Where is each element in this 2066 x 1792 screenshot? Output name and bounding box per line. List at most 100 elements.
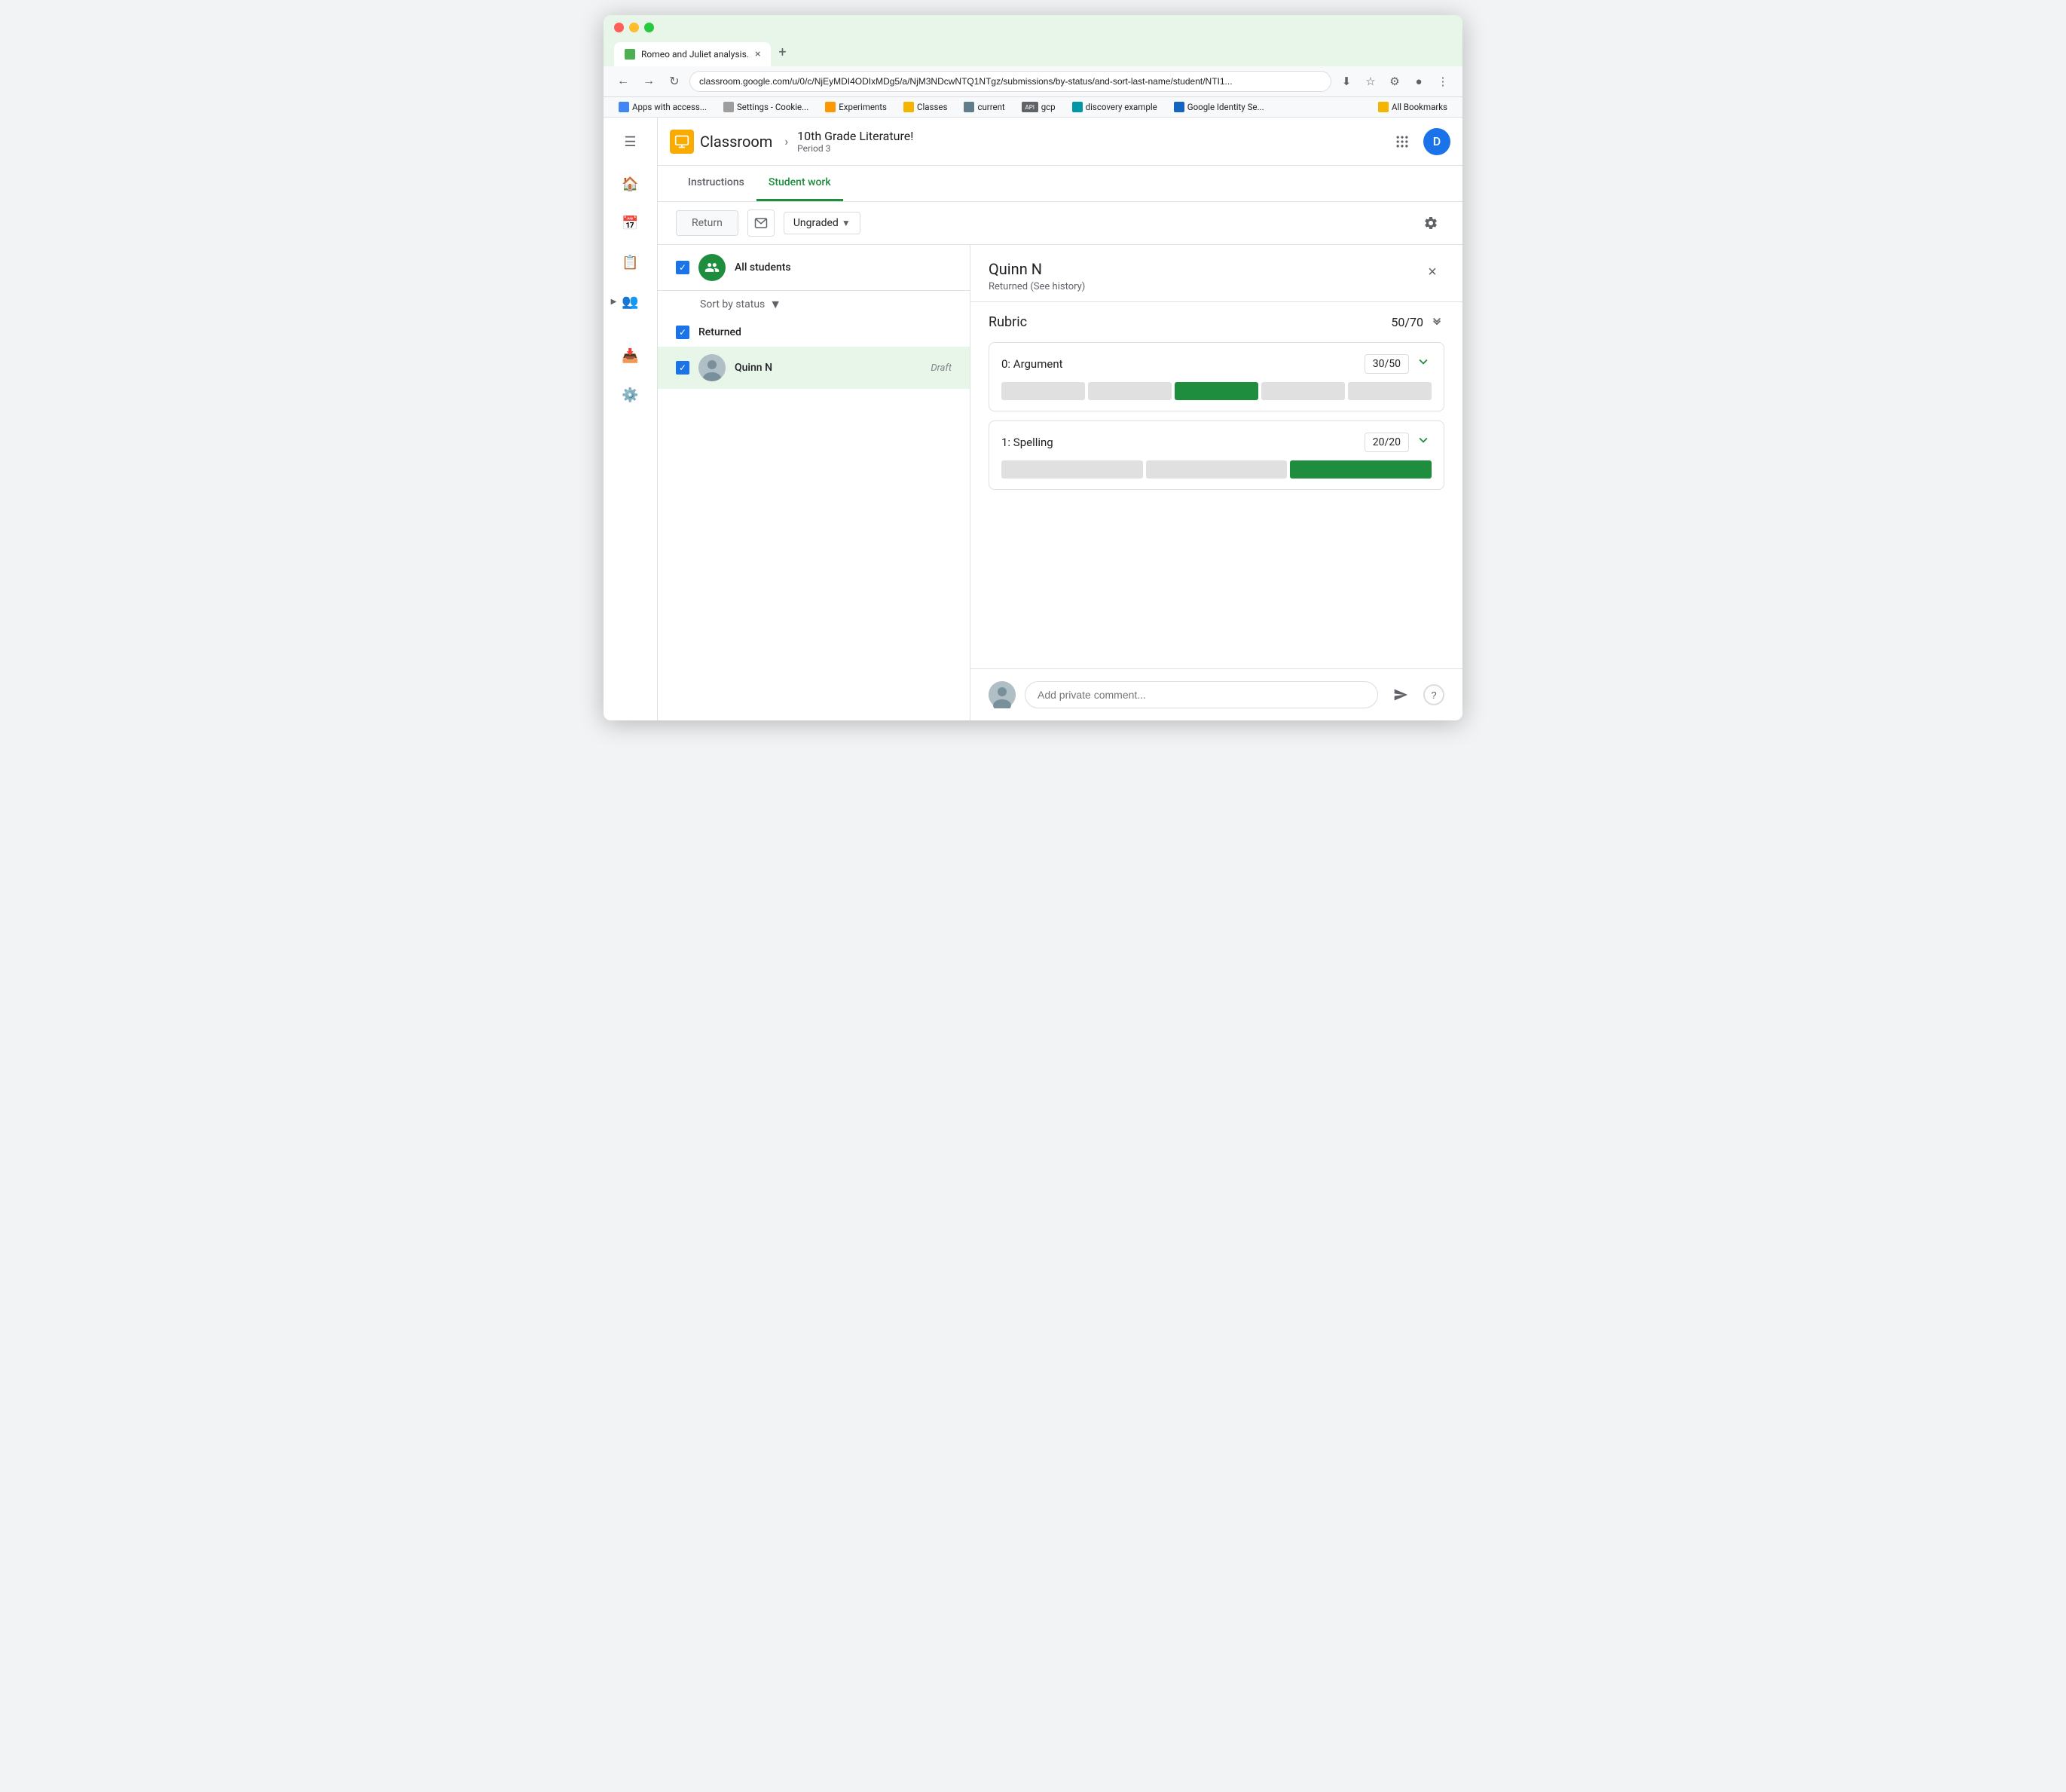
bookmark-discovery[interactable]: discovery example (1066, 100, 1163, 114)
bookmark-favicon-current (964, 102, 974, 112)
bookmark-settings-label: Settings - Cookie... (737, 102, 808, 112)
bookmark-favicon-classes (903, 102, 914, 112)
sidebar-calendar-button[interactable]: 📅 (613, 208, 649, 238)
spelling-seg-2[interactable] (1290, 460, 1432, 479)
bookmark-all[interactable]: All Bookmarks (1372, 100, 1453, 114)
download-button[interactable]: ⬇ (1336, 71, 1357, 92)
sort-row: Sort by status ▼ (658, 291, 970, 318)
classroom-icon (670, 130, 694, 154)
detail-student-status: Returned (See history) (989, 281, 1420, 292)
student-detail-panel: Quinn N Returned (See history) × Rubric … (970, 245, 1462, 720)
bookmark-classes[interactable]: Classes (897, 100, 953, 114)
detail-student-name: Quinn N (989, 260, 1420, 278)
expand-people-button[interactable]: ▶ (608, 295, 620, 307)
close-detail-button[interactable]: × (1420, 260, 1444, 284)
breadcrumb-arrow: › (784, 134, 788, 148)
rubric-expand-button[interactable] (1429, 315, 1444, 330)
window-close-dot[interactable] (614, 23, 624, 32)
address-bar[interactable] (689, 71, 1331, 92)
assignment-settings-button[interactable] (1417, 209, 1444, 237)
argument-seg-4[interactable] (1348, 382, 1432, 400)
argument-seg-2[interactable] (1175, 382, 1258, 400)
app-header-right: D (1387, 127, 1450, 157)
bookmark-favicon-api: API (1022, 102, 1038, 112)
sidebar-settings-button[interactable]: ⚙️ (613, 380, 649, 410)
all-students-checkbox[interactable]: ✓ (676, 261, 689, 274)
window-maximize-dot[interactable] (644, 23, 654, 32)
tabs-bar: Instructions Student work (658, 166, 1462, 202)
grade-filter-dropdown[interactable]: Ungraded ▼ (784, 212, 860, 234)
bookmark-api[interactable]: API gcp (1016, 100, 1062, 114)
spelling-expand-button[interactable] (1415, 432, 1432, 453)
menu-button[interactable]: ⋮ (1432, 71, 1453, 92)
profile-button[interactable]: ● (1408, 71, 1429, 92)
bookmarks-bar: Apps with access... Settings - Cookie...… (604, 97, 1462, 118)
spelling-score: 20/20 (1365, 433, 1409, 452)
bookmark-button[interactable]: ☆ (1360, 71, 1381, 92)
returned-status-label: Returned (698, 326, 741, 338)
bookmark-current[interactable]: current (958, 100, 1010, 114)
bookmark-discovery-label: discovery example (1086, 102, 1157, 112)
sidebar-archive-button[interactable]: 📥 (613, 341, 649, 371)
new-tab-button[interactable]: + (772, 38, 792, 66)
argument-expand-button[interactable] (1415, 353, 1432, 375)
student-checkbox[interactable]: ✓ (676, 361, 689, 375)
argument-seg-0[interactable] (1001, 382, 1085, 400)
settings-nav-icon: ⚙️ (622, 387, 638, 403)
bookmark-favicon-google (619, 102, 629, 112)
bookmark-settings[interactable]: Settings - Cookie... (717, 100, 814, 114)
student-avatar (698, 354, 726, 381)
bookmark-apps-label: Apps with access... (632, 102, 707, 112)
user-avatar[interactable]: D (1423, 128, 1450, 155)
argument-seg-1[interactable] (1088, 382, 1172, 400)
home-icon: 🏠 (622, 176, 638, 192)
student-checkbox-check-icon: ✓ (679, 362, 686, 373)
forward-button[interactable]: → (638, 71, 659, 92)
sidebar-todo-button[interactable]: 📋 (613, 247, 649, 277)
rubric-header: Rubric 50/70 (989, 314, 1444, 330)
spelling-rubric-bar (1001, 460, 1432, 479)
tab-close-button[interactable]: × (755, 48, 760, 60)
left-sidebar: ☰ 🏠 📅 📋 👥 ▶ 📥 (604, 118, 658, 720)
spelling-score-area: 20/20 (1365, 432, 1432, 453)
student-list-item[interactable]: ✓ Quinn N Draft (658, 347, 970, 389)
todo-icon: 📋 (622, 255, 638, 271)
spelling-seg-1[interactable] (1146, 460, 1288, 479)
argument-rubric-bar (1001, 382, 1432, 400)
bookmark-google-id[interactable]: Google Identity Se... (1168, 100, 1270, 114)
send-comment-button[interactable] (1387, 681, 1414, 708)
argument-seg-3[interactable] (1261, 382, 1345, 400)
all-students-label: All students (735, 261, 791, 274)
sidebar-home-button[interactable]: 🏠 (613, 169, 649, 199)
bookmark-experiments[interactable]: Experiments (819, 100, 893, 114)
help-button[interactable]: ? (1423, 684, 1444, 705)
bookmark-apps[interactable]: Apps with access... (613, 100, 713, 114)
sort-dropdown-icon[interactable]: ▼ (769, 297, 781, 312)
window-minimize-dot[interactable] (629, 23, 639, 32)
sort-label: Sort by status (700, 298, 765, 310)
grade-dropdown-icon: ▼ (842, 218, 851, 228)
student-draft-status: Draft (931, 362, 952, 374)
return-button[interactable]: Return (676, 210, 738, 236)
tab-favicon (625, 49, 635, 60)
course-period: Period 3 (797, 143, 913, 154)
student-list-panel: ✓ All students Sort by status ▼ (658, 245, 970, 720)
returned-group-checkbox[interactable]: ✓ (676, 326, 689, 339)
split-area: ✓ All students Sort by status ▼ (658, 245, 1462, 720)
extensions-button[interactable]: ⚙ (1384, 71, 1405, 92)
all-students-row: ✓ All students (658, 245, 970, 291)
student-name: Quinn N (735, 362, 921, 374)
archive-icon: 📥 (622, 348, 638, 364)
spelling-seg-0[interactable] (1001, 460, 1143, 479)
google-apps-button[interactable] (1387, 127, 1417, 157)
hamburger-menu-button[interactable]: ☰ (616, 127, 646, 157)
browser-toolbar: ← → ↻ ⬇ ☆ ⚙ ● ⋮ (604, 66, 1462, 97)
browser-tab-active[interactable]: Romeo and Juliet analysis. × (614, 42, 771, 66)
comment-input[interactable] (1025, 681, 1378, 708)
email-button[interactable] (747, 209, 775, 237)
tab-instructions[interactable]: Instructions (676, 166, 756, 201)
rubric-item-argument-header: 0: Argument 30/50 (1001, 353, 1432, 375)
tab-student-work[interactable]: Student work (756, 166, 843, 201)
back-button[interactable]: ← (613, 71, 634, 92)
refresh-button[interactable]: ↻ (664, 71, 685, 92)
